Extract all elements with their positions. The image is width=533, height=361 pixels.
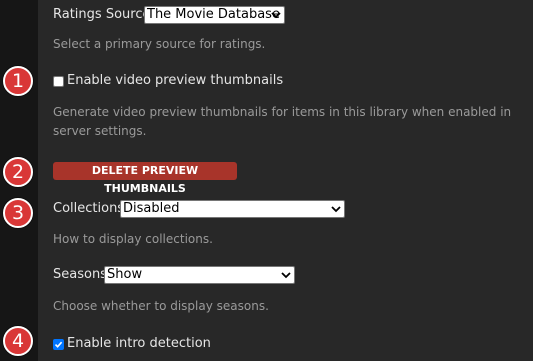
ratings-source-row: Ratings Source: [53, 6, 150, 24]
intro-detection-row: Enable intro detection: [53, 336, 211, 352]
video-preview-row: Enable video preview thumbnails: [53, 73, 283, 89]
collections-select[interactable]: Disabled: [120, 200, 345, 218]
intro-detection-label: Enable intro detection: [67, 336, 211, 351]
intro-detection-checkbox[interactable]: [53, 338, 64, 350]
video-preview-help: Generate video preview thumbnails for it…: [53, 105, 512, 138]
chevron-down-icon: [271, 12, 281, 19]
checkmark-icon: [54, 341, 63, 348]
delete-preview-thumbnails-button[interactable]: DELETE PREVIEW THUMBNAILS: [53, 162, 237, 195]
chevron-down-icon: [331, 206, 341, 213]
collections-help: How to display collections.: [53, 232, 213, 246]
ratings-source-help: Select a primary source for ratings.: [53, 37, 266, 51]
collections-row: Collections: [53, 200, 124, 218]
ratings-source-label: Ratings Source: [53, 7, 151, 22]
seasons-select[interactable]: Show: [104, 266, 295, 284]
ratings-source-value: The Movie Database: [147, 7, 280, 22]
chevron-down-icon: [281, 272, 291, 279]
collections-value: Disabled: [123, 201, 180, 216]
video-preview-checkbox[interactable]: [53, 75, 64, 87]
annotation-marker-3: 3: [3, 198, 33, 228]
seasons-value: Show: [107, 267, 143, 282]
video-preview-label: Enable video preview thumbnails: [67, 73, 284, 88]
seasons-help: Choose whether to display seasons.: [53, 299, 269, 313]
seasons-row: Seasons: [53, 266, 107, 284]
annotation-marker-2: 2: [3, 157, 33, 187]
annotation-marker-4: 4: [3, 326, 33, 356]
annotation-marker-1: 1: [3, 66, 33, 96]
ratings-source-select[interactable]: The Movie Database: [144, 6, 285, 24]
seasons-label: Seasons: [53, 267, 107, 282]
collections-label: Collections: [53, 201, 125, 216]
